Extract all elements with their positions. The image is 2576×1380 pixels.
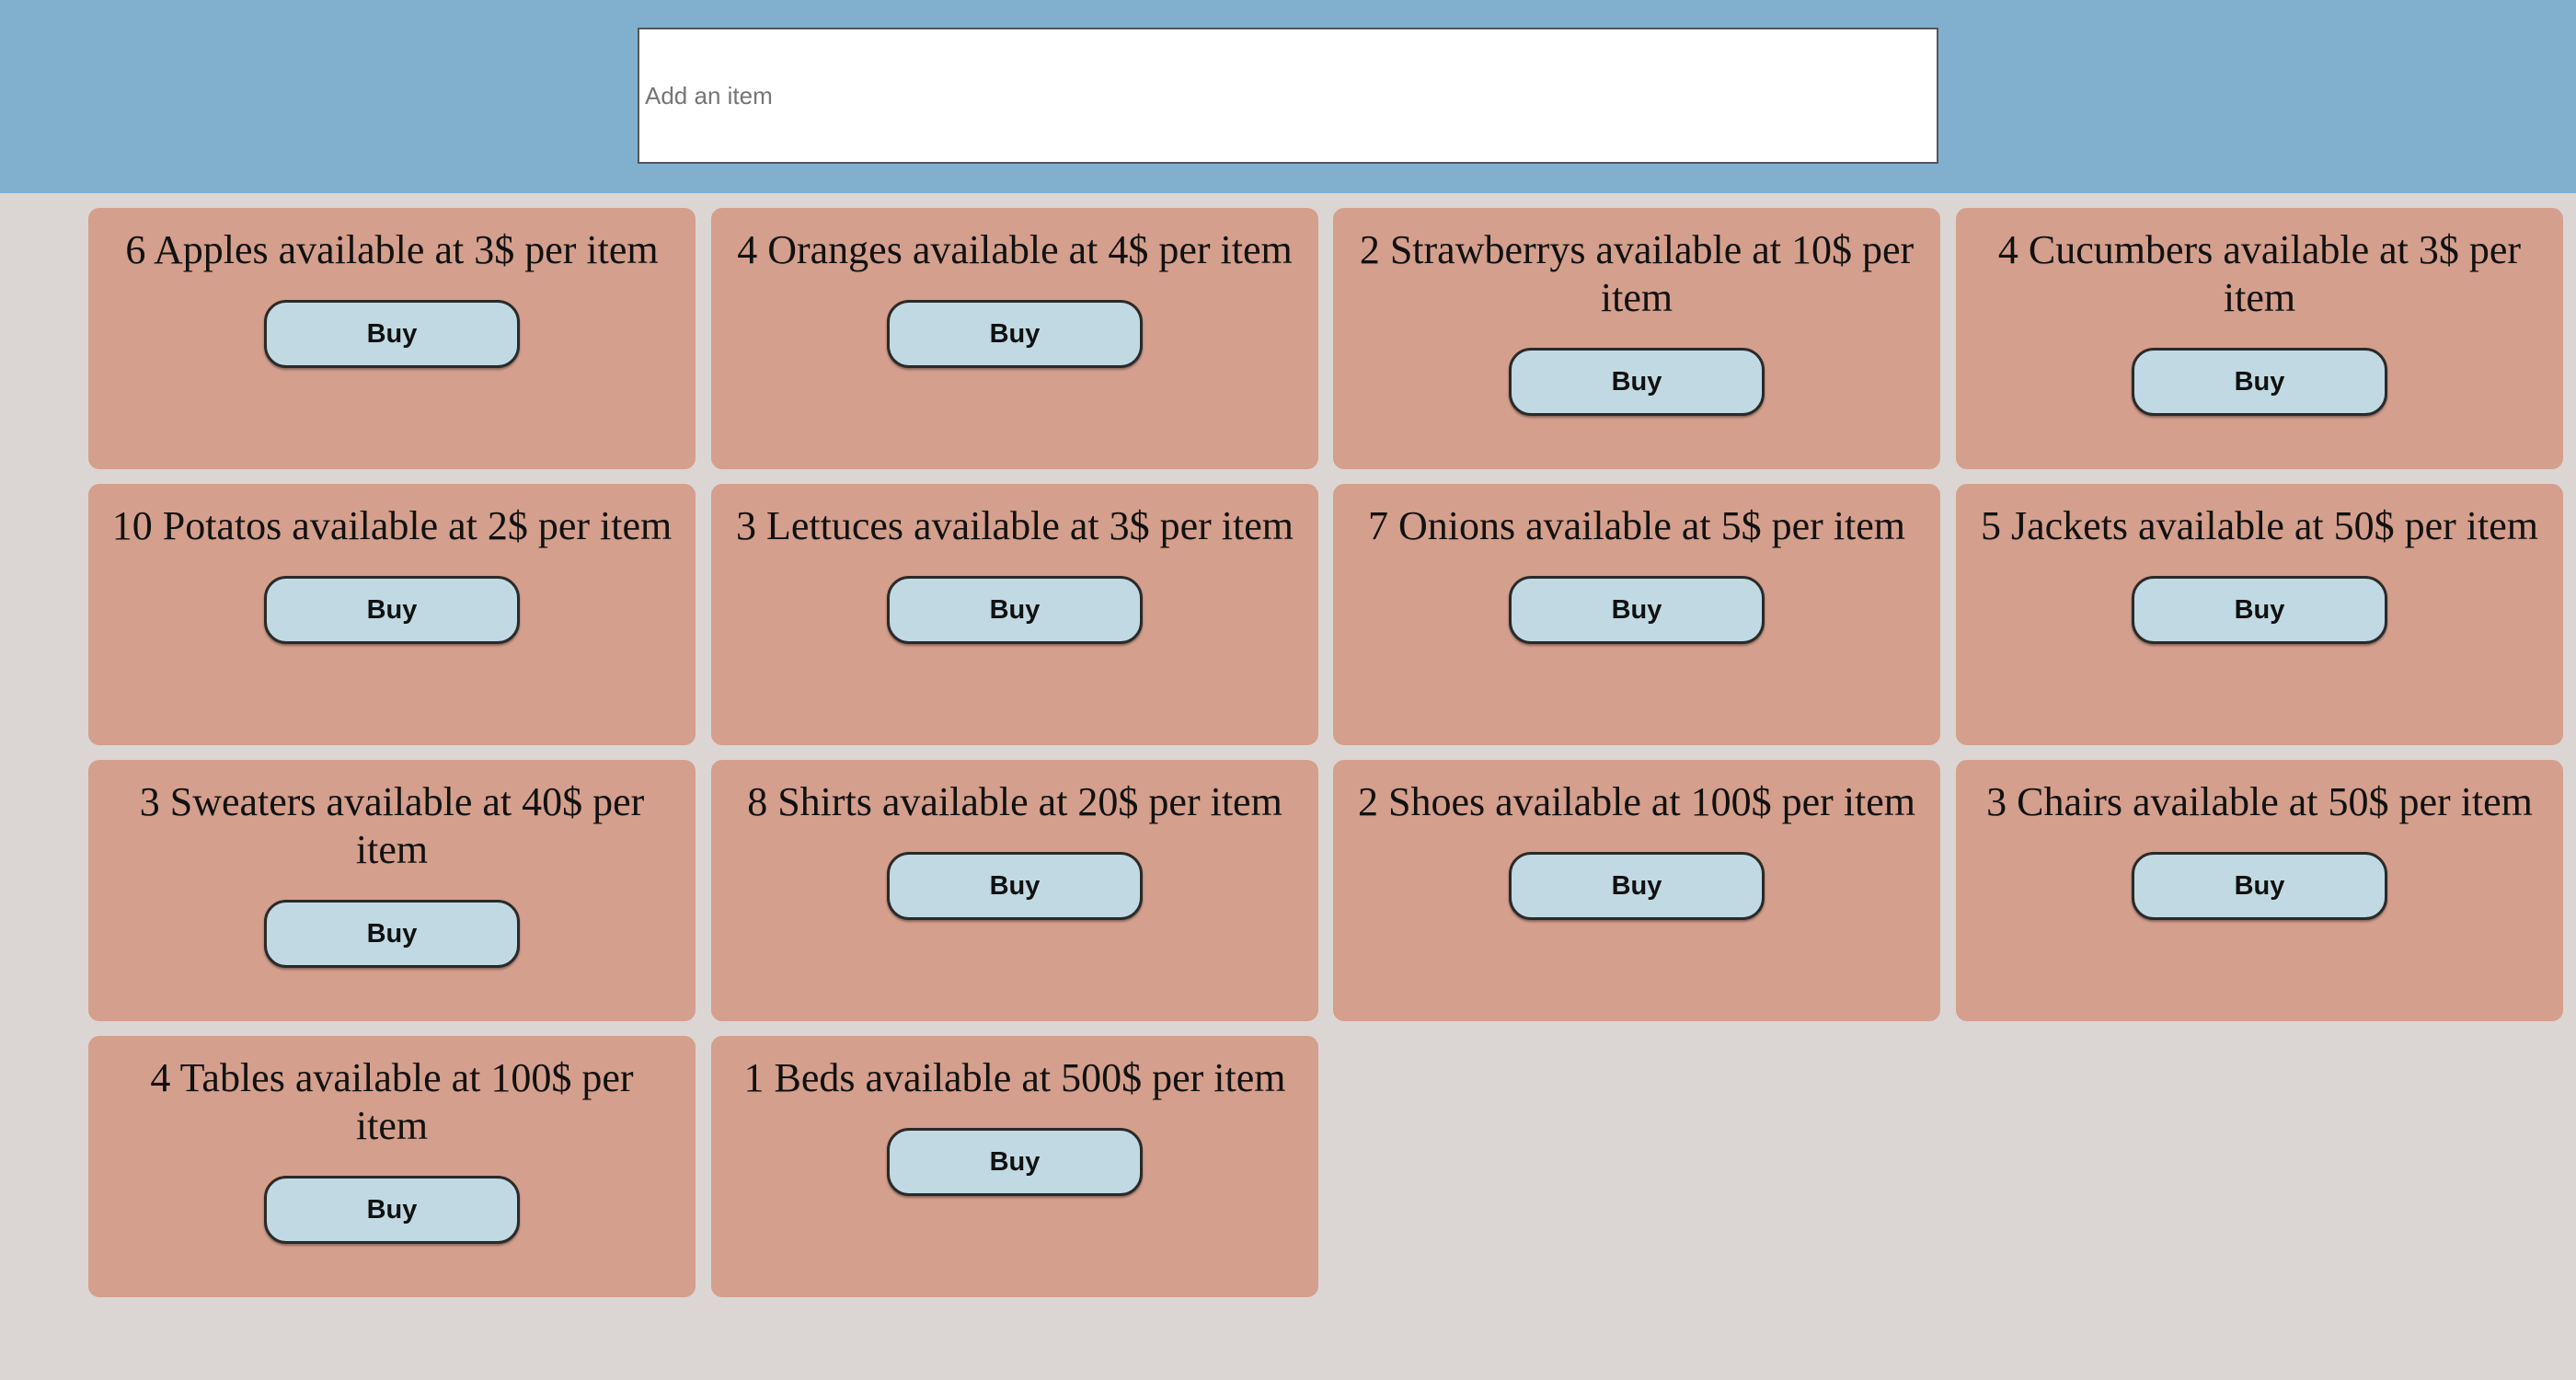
buy-button[interactable]: Buy bbox=[264, 576, 520, 644]
item-description: 3 Lettuces available at 3$ per item bbox=[736, 503, 1294, 548]
buy-button[interactable]: Buy bbox=[1509, 348, 1765, 416]
item-description: 1 Beds available at 500$ per item bbox=[743, 1055, 1286, 1100]
item-description: 4 Tables available at 100$ per item bbox=[150, 1055, 634, 1148]
item-description: 4 Oranges available at 4$ per item bbox=[737, 227, 1293, 272]
item-card: 3 Sweaters available at 40$ per item Buy bbox=[88, 760, 696, 1021]
item-description: 10 Potatos available at 2$ per item bbox=[111, 503, 673, 548]
item-card: 4 Cucumbers available at 3$ per item Buy bbox=[1956, 208, 2563, 469]
item-description: 2 Shoes available at 100$ per item bbox=[1357, 779, 1916, 824]
buy-button[interactable]: Buy bbox=[2132, 852, 2387, 920]
item-description: 7 Onions available at 5$ per item bbox=[1367, 503, 1906, 548]
item-description: 2 Strawberrys available at 10$ per item bbox=[1359, 227, 1915, 320]
item-description: 5 Jackets available at 50$ per item bbox=[1981, 503, 2538, 548]
item-card: 3 Lettuces available at 3$ per item Buy bbox=[711, 484, 1318, 745]
item-description: 8 Shirts available at 20$ per item bbox=[747, 779, 1282, 824]
item-grid: 6 Apples available at 3$ per item Buy 4 … bbox=[0, 0, 2576, 1380]
buy-button[interactable]: Buy bbox=[887, 576, 1143, 644]
buy-button[interactable]: Buy bbox=[887, 1128, 1143, 1196]
item-description: 6 Apples available at 3$ per item bbox=[125, 227, 659, 272]
item-card: 10 Potatos available at 2$ per item Buy bbox=[88, 484, 696, 745]
item-card: 3 Chairs available at 50$ per item Buy bbox=[1956, 760, 2563, 1021]
buy-button[interactable]: Buy bbox=[2132, 348, 2387, 416]
buy-button[interactable]: Buy bbox=[1509, 852, 1765, 920]
buy-button[interactable]: Buy bbox=[2132, 576, 2387, 644]
item-card: 2 Shoes available at 100$ per item Buy bbox=[1333, 760, 1940, 1021]
item-card: 1 Beds available at 500$ per item Buy bbox=[711, 1036, 1318, 1297]
item-card: 5 Jackets available at 50$ per item Buy bbox=[1956, 484, 2563, 745]
buy-button[interactable]: Buy bbox=[1509, 576, 1765, 644]
item-card: 6 Apples available at 3$ per item Buy bbox=[88, 208, 696, 469]
buy-button[interactable]: Buy bbox=[264, 900, 520, 968]
item-card: 2 Strawberrys available at 10$ per item … bbox=[1333, 208, 1940, 469]
item-description: 3 Chairs available at 50$ per item bbox=[1986, 779, 2533, 824]
item-description: 3 Sweaters available at 40$ per item bbox=[139, 779, 645, 872]
item-description: 4 Cucumbers available at 3$ per item bbox=[1997, 227, 2522, 320]
item-card: 4 Oranges available at 4$ per item Buy bbox=[711, 208, 1318, 469]
item-card: 4 Tables available at 100$ per item Buy bbox=[88, 1036, 696, 1297]
buy-button[interactable]: Buy bbox=[887, 300, 1143, 368]
buy-button[interactable]: Buy bbox=[264, 300, 520, 368]
buy-button[interactable]: Buy bbox=[264, 1176, 520, 1244]
item-card: 8 Shirts available at 20$ per item Buy bbox=[711, 760, 1318, 1021]
buy-button[interactable]: Buy bbox=[887, 852, 1143, 920]
item-card: 7 Onions available at 5$ per item Buy bbox=[1333, 484, 1940, 745]
